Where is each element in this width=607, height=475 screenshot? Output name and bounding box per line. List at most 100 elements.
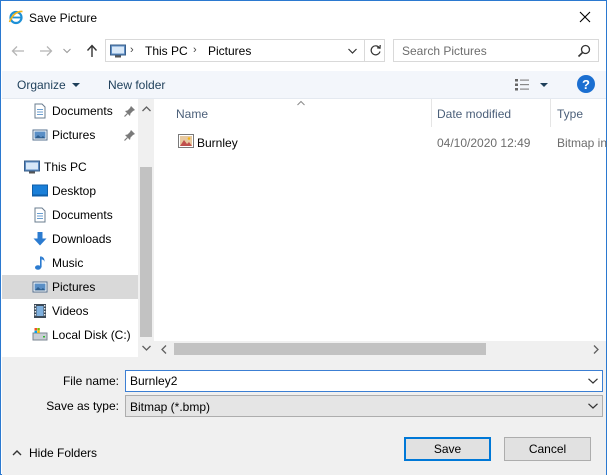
recent-locations-button[interactable] [61,42,73,60]
pictures-icon [32,129,48,141]
sidebar-item-label: Music [52,256,84,270]
pictures-icon [32,281,48,293]
chevron-up-icon [12,450,22,456]
help-button[interactable]: ? [577,75,595,93]
save-picture-dialog: Save Picture › This PC › Pictures Search… [0,0,607,475]
computer-icon [110,44,126,58]
computer-icon [24,160,40,174]
file-name-field[interactable] [126,371,581,391]
music-icon [35,256,45,270]
downloads-icon [33,232,47,246]
column-header-type[interactable]: Type [551,99,606,127]
change-view-icon[interactable] [514,78,530,92]
column-header-label: Date modified [437,107,512,121]
videos-icon [34,304,46,318]
file-type: Bitmap in [557,136,607,150]
save-as-type-label: Save as type: [46,399,119,413]
sidebar-item-documents[interactable]: Documents [2,203,138,227]
sidebar-item-label: Documents [52,208,113,222]
chevron-up-icon [141,106,151,112]
sidebar-item-label: Downloads [52,232,112,246]
pin-icon[interactable] [124,105,136,117]
scroll-left-button[interactable] [158,343,170,355]
breadcrumb-separator-icon: › [130,44,134,56]
sidebar-item-music[interactable]: Music [2,251,138,275]
save-button[interactable]: Save [404,437,491,461]
sidebar-item-label: This PC [44,160,87,174]
sidebar-item-label: Pictures [52,128,96,142]
scroll-up-button[interactable] [140,103,152,115]
sidebar-item-label: Videos [52,304,89,318]
file-row[interactable]: Burnley 04/10/2020 12:49 Bitmap in [170,131,607,153]
save-form-area: File name: Save as type: Bitmap (*.bmp) … [2,357,606,475]
sidebar-item-label: Documents [52,104,113,118]
scroll-down-button[interactable] [140,342,152,354]
column-header-name[interactable]: Name [154,99,431,127]
sidebar-item-quick-documents[interactable]: Documents [2,99,138,123]
scrollbar-thumb[interactable] [174,343,486,355]
sidebar-item-this-pc[interactable]: This PC [2,155,138,179]
save-as-type-dropdown-button[interactable] [586,399,600,413]
desktop-icon [32,184,48,197]
column-header-label: Name [176,107,209,121]
view-options-dropdown-icon[interactable] [540,83,548,87]
chevron-left-icon [161,344,167,354]
file-list-horizontal-scrollbar[interactable] [154,341,606,357]
new-folder-button[interactable]: New folder [108,78,165,92]
file-date-modified: 04/10/2020 12:49 [437,136,531,150]
forward-button[interactable] [37,42,55,60]
save-as-type-value: Bitmap (*.bmp) [130,400,211,414]
search-input[interactable] [394,40,574,61]
navigation-pane-scrollbar[interactable] [138,99,154,357]
file-list-pane: Name Date modified Type Burnley 04/10/20… [154,99,607,357]
sidebar-item-pictures[interactable]: Pictures [2,275,138,299]
chevron-right-icon [593,344,599,354]
documents-icon [34,207,46,223]
file-name-combobox[interactable] [125,370,603,392]
sidebar-item-local-disk[interactable]: Local Disk (C:) [2,323,138,347]
refresh-icon [370,44,381,56]
window-title: Save Picture [29,11,98,25]
command-toolbar: Organize New folder ? [2,71,606,99]
sidebar-item-label: Desktop [52,184,97,198]
sidebar-item-desktop[interactable]: Desktop [2,179,138,203]
close-button[interactable] [563,1,606,33]
sidebar-item-downloads[interactable]: Downloads [2,227,138,251]
sidebar-item-label: Pictures [52,280,96,294]
pin-icon[interactable] [124,129,136,141]
search-icon[interactable] [576,43,592,59]
refresh-button[interactable] [364,40,385,61]
column-header-date-modified[interactable]: Date modified [432,99,550,127]
chevron-down-icon [588,403,598,409]
column-header-label: Type [557,107,584,121]
search-box[interactable] [393,39,599,62]
documents-icon [34,103,46,119]
back-arrow-icon [11,46,24,56]
save-as-type-select[interactable]: Bitmap (*.bmp) [125,395,603,417]
sidebar-item-videos[interactable]: Videos [2,299,138,323]
breadcrumb-pictures[interactable]: Pictures [208,44,251,58]
scroll-right-button[interactable] [590,343,602,355]
organize-button[interactable]: Organize [17,78,66,92]
file-name-dropdown-button[interactable] [586,374,600,388]
navigation-pane: Documents Pictures This PC Desktop Docum… [2,99,138,357]
chevron-down-icon [347,48,357,54]
breadcrumb-this-pc[interactable]: This PC [145,44,188,58]
bitmap-file-icon [178,134,194,148]
sidebar-item-quick-pictures[interactable]: Pictures [2,123,138,147]
address-dropdown-button[interactable] [344,43,360,59]
organize-dropdown-icon[interactable] [72,83,80,87]
chevron-down-icon [63,48,71,54]
title-bar: Save Picture [1,1,606,33]
chevron-down-icon [588,378,598,384]
sidebar-item-label: Local Disk (C:) [52,328,131,342]
back-button[interactable] [9,42,27,60]
scrollbar-thumb[interactable] [140,167,152,337]
close-icon [579,11,590,23]
cancel-button[interactable]: Cancel [504,437,591,461]
file-name-label: File name: [62,374,119,388]
address-bar[interactable]: › This PC › Pictures [105,39,385,62]
up-button[interactable] [83,42,101,60]
breadcrumb-separator-icon: › [193,44,197,56]
internet-explorer-icon [8,10,23,25]
